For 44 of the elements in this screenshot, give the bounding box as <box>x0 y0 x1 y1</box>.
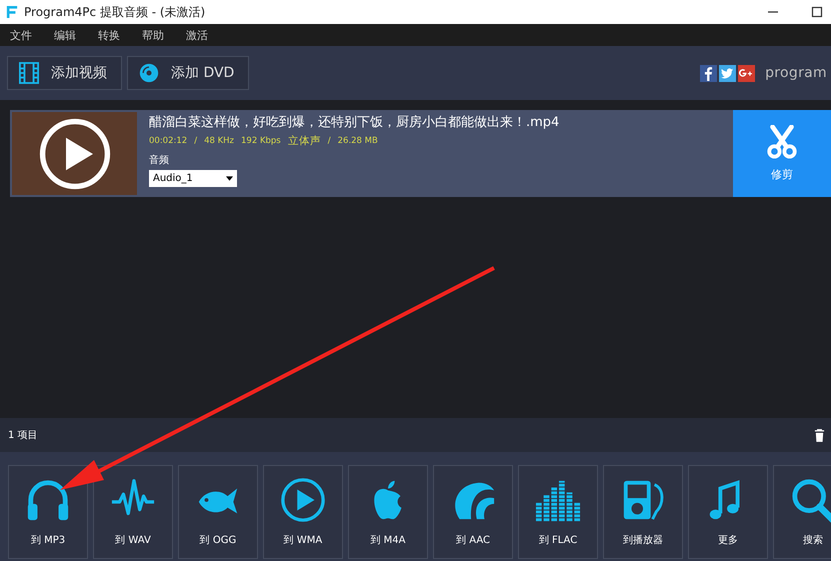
menu-item[interactable]: 帮助 <box>142 28 164 42</box>
app-logo-icon <box>6 5 18 19</box>
window-title: Program4Pc 提取音频 - (未激活) <box>24 4 206 20</box>
disc-icon <box>139 62 159 84</box>
add-button[interactable]: 添加 DVD <box>127 56 250 90</box>
menu-item[interactable]: 编辑 <box>54 28 76 42</box>
format-button[interactable]: 到 MP3 <box>8 465 88 559</box>
sample-rate-text: 48 KHz <box>204 136 234 146</box>
menu-item[interactable]: 激活 <box>186 28 208 42</box>
format-button[interactable]: 搜索 <box>773 465 831 559</box>
separator-text: / <box>194 136 198 146</box>
facebook-icon[interactable] <box>700 64 718 82</box>
scissors-icon <box>765 125 799 159</box>
format-button[interactable]: 到 FLAC <box>518 465 598 559</box>
maximize-icon[interactable] <box>811 6 823 18</box>
file-name: 醋溜白菜这样做，好吃到爆，还特别下饭，厨房小白都能做出来！.mp4 <box>149 114 560 131</box>
format-button[interactable]: 到 WMA <box>263 465 343 559</box>
play-icon[interactable] <box>38 118 110 190</box>
film-icon <box>19 62 39 84</box>
duration-text: 00:02:12 <box>149 136 188 146</box>
caret-icon <box>226 176 233 181</box>
bitrate-text: 192 Kbps <box>241 136 281 146</box>
format-button[interactable]: 更多 <box>688 465 768 559</box>
format-button[interactable]: 到 WAV <box>93 465 173 559</box>
menu-item[interactable]: 文件 <box>10 28 32 42</box>
google-plus-icon[interactable] <box>738 64 756 82</box>
search-icon <box>790 477 831 523</box>
file-size-text: 26.28 MB <box>338 136 378 146</box>
format-button[interactable]: 到 M4A <box>348 465 428 559</box>
item-count: 1 项目 <box>8 429 38 442</box>
trash-icon[interactable] <box>814 428 825 442</box>
audio-track-dropdown[interactable]: Audio_1 <box>149 170 237 187</box>
audio-label: 音频 <box>149 154 170 167</box>
format-button[interactable]: 到 OGG <box>178 465 258 559</box>
add-button[interactable]: 添加视频 <box>7 56 122 90</box>
separator-text: / <box>328 136 331 146</box>
brand-logo-text: program <box>765 65 827 81</box>
play-circle-icon <box>280 477 326 523</box>
format-button[interactable]: 到播放器 <box>603 465 683 559</box>
menu-item[interactable]: 转换 <box>98 28 120 42</box>
channels-text: 立体声 <box>288 134 321 148</box>
twitter-icon[interactable] <box>719 64 736 82</box>
format-button[interactable]: 到 AAC <box>433 465 513 559</box>
file-item[interactable]: 醋溜白菜这样做，好吃到爆，还特别下饭，厨房小白都能做出来！.mp4 00:02:12 / 48 KHz 192 Kbps 立体声 / 26.28 MB 音频 Audio_1 修剪 <box>10 110 831 197</box>
